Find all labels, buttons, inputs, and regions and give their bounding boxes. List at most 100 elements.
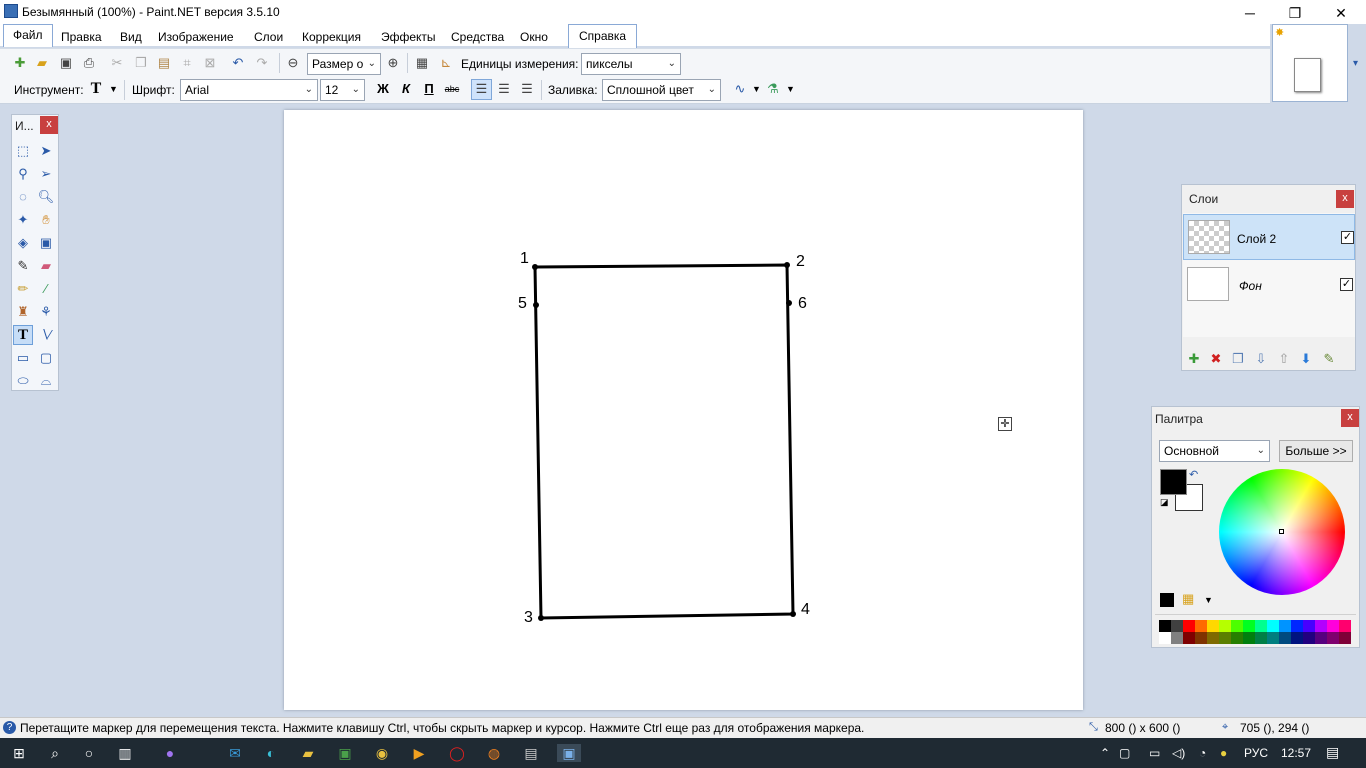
layer-item[interactable]: Фон ✓ [1183,262,1355,308]
deselect-icon[interactable]: ⊠ [201,54,219,72]
move-selection-tool-icon[interactable]: ➤ [36,141,56,161]
palette-swatch[interactable] [1243,632,1255,644]
layers-panel-close-button[interactable]: x [1336,190,1354,208]
palette-swatch[interactable] [1255,632,1267,644]
strikethrough-button[interactable]: abc [443,80,461,98]
redo-icon[interactable]: ↷ [253,54,271,72]
image-thumbnail[interactable] [1294,58,1321,92]
magic-wand-tool-icon[interactable]: ✦ [13,210,33,230]
save-icon[interactable]: ▣ [57,54,75,72]
palette-swatch[interactable] [1207,620,1219,632]
lasso-tool-icon[interactable]: ⚲ [13,164,33,184]
palette-swatch[interactable] [1315,620,1327,632]
firefox-icon[interactable]: ◍ [485,744,503,762]
undo-icon[interactable]: ↶ [229,54,247,72]
palette-swatch[interactable] [1267,632,1279,644]
image-thumbnail-panel[interactable]: ✸ [1272,24,1348,102]
tools-panel-close-button[interactable]: x [40,116,58,134]
palette-swatch[interactable] [1195,620,1207,632]
cortana-icon[interactable]: ○ [80,744,98,762]
duplicate-layer-icon[interactable]: ❐ [1230,351,1246,367]
fill-combo[interactable]: Сплошной цвет ⌄ [602,79,721,101]
menu-effects[interactable]: Эффекты [381,29,436,45]
start-icon[interactable]: ⊞ [10,744,28,762]
antialiasing-icon[interactable]: ∿ [731,80,749,98]
line-curve-tool-icon[interactable]: ∖⁄ [36,325,56,345]
wifi-icon[interactable]: ◔ [1199,746,1206,760]
close-button[interactable]: ✕ [1318,0,1364,24]
eraser-tool-icon[interactable]: ▰ [36,256,56,276]
layer-visibility-checkbox[interactable]: ✓ [1340,278,1353,291]
network-icon[interactable]: ▢ [1119,746,1130,760]
palette-swatch[interactable] [1183,620,1195,632]
media-player-icon[interactable]: ▶ [410,744,428,762]
palette-swatch[interactable] [1267,620,1279,632]
palette-swatch[interactable] [1183,632,1195,644]
color-picker-tool-icon[interactable]: ⁄ [36,279,56,299]
blend-mode-icon[interactable]: ⚗ [764,80,782,98]
palette-swatch[interactable] [1327,620,1339,632]
word-doc-icon[interactable]: ▤ [522,744,540,762]
explorer-icon[interactable]: ▰ [299,744,317,762]
rectangle-select-tool-icon[interactable]: ⬚ [13,141,33,161]
chrome-icon[interactable]: ◉ [373,744,391,762]
palette-swatch[interactable] [1315,632,1327,644]
primary-color-swatch[interactable] [1160,469,1187,495]
align-right-button[interactable]: ☰ [518,80,536,98]
text-tool-icon[interactable]: T [13,325,33,345]
notifications-icon[interactable]: ▤ [1326,744,1339,761]
volume-icon[interactable]: ◁) [1172,746,1185,760]
store-icon[interactable]: ▣ [336,744,354,762]
palette-swatch[interactable] [1291,632,1303,644]
zoom-tool-icon[interactable]: 🔍︎ [36,187,56,207]
palette-swatch[interactable] [1219,620,1231,632]
chevron-down-icon[interactable]: ▼ [786,84,795,94]
pan-tool-icon[interactable]: ✋︎ [36,210,56,230]
search-icon[interactable]: ⌕ [46,744,64,762]
palette-swatch[interactable] [1159,620,1171,632]
open-folder-icon[interactable]: ▰ [33,54,51,72]
palette-swatch[interactable] [1339,632,1351,644]
add-to-palette-icon[interactable] [1160,593,1174,607]
copy-icon[interactable]: ❐ [132,54,150,72]
layer-visibility-checkbox[interactable]: ✓ [1341,231,1354,244]
clock[interactable]: 12:57 [1281,746,1311,760]
font-size-combo[interactable]: 12 ⌄ [320,79,365,101]
palette-swatch[interactable] [1207,632,1219,644]
move-layer-down-icon[interactable]: ⬇ [1298,351,1314,367]
move-layer-up-icon[interactable]: ⇧ [1276,351,1292,367]
reset-colors-icon[interactable]: ◪ [1160,497,1169,508]
chevron-down-icon[interactable]: ▼ [109,84,118,94]
merge-layer-down-icon[interactable]: ⇩ [1253,351,1269,367]
layer-properties-icon[interactable]: ✎ [1321,351,1337,367]
rectangle-tool-icon[interactable]: ▭ [13,348,33,368]
input-language[interactable]: РУС [1244,746,1268,760]
mail-icon[interactable]: ✉ [226,744,244,762]
palette-swatch[interactable] [1171,632,1183,644]
palette-swatch[interactable] [1159,632,1171,644]
tray-app-icon[interactable]: ● [1220,746,1227,760]
menu-utilities[interactable]: Средства [451,29,504,45]
restore-button[interactable]: ❐ [1272,0,1318,24]
pencil-tool-icon[interactable]: ✏ [13,279,33,299]
add-layer-icon[interactable]: ✚ [1186,351,1202,367]
paintbrush-tool-icon[interactable]: ✎ [13,256,33,276]
font-combo[interactable]: Arial ⌄ [180,79,318,101]
palette-menu-icon[interactable]: ▦ [1182,591,1194,607]
palette-swatch[interactable] [1219,632,1231,644]
image-canvas[interactable]: 1 2 3 4 5 6 ✛ [284,110,1083,710]
move-selected-tool-icon[interactable]: ➢ [36,164,56,184]
ellipse-select-tool-icon[interactable]: ◌ [13,187,33,207]
clone-stamp-tool-icon[interactable]: ♜ [13,302,33,322]
palette-swatch[interactable] [1231,632,1243,644]
menu-window[interactable]: Окно [520,29,548,45]
palette-mode-combo[interactable]: Основной ⌄ [1159,440,1270,462]
recolor-tool-icon[interactable]: ⚘ [36,302,56,322]
cut-icon[interactable]: ✂ [108,54,126,72]
chevron-down-icon[interactable]: ▼ [1204,595,1213,605]
task-view-icon[interactable]: ▥ [116,744,134,762]
delete-layer-icon[interactable]: ✖ [1208,351,1224,367]
menu-help[interactable]: Справка [568,24,638,48]
menu-file[interactable]: Файл [3,24,53,47]
opera-icon[interactable]: ◯ [448,744,466,762]
